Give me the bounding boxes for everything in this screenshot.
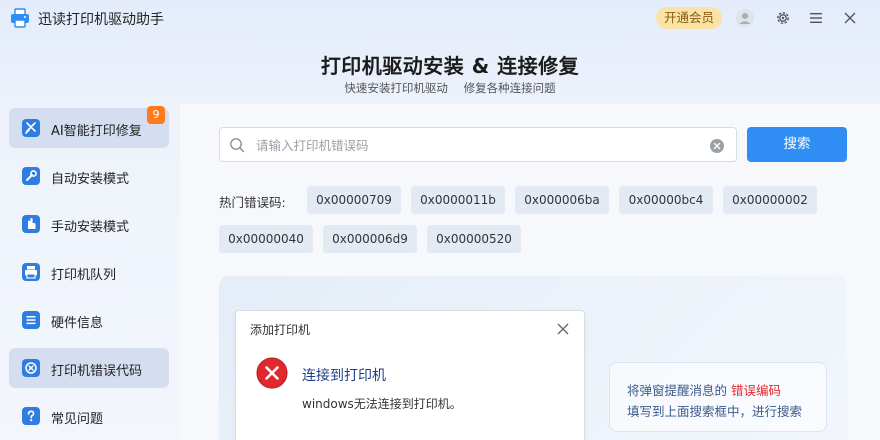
search-input[interactable] (256, 136, 696, 154)
sidebar-item-label: 打印机错误代码 (51, 364, 143, 379)
sidebar-item-printer-queue[interactable]: 打印机队列 (9, 252, 169, 292)
dialog-title: 添加打印机 (250, 323, 311, 337)
close-icon[interactable] (840, 8, 860, 28)
notification-badge: 9 (147, 106, 165, 124)
search-button[interactable]: 搜索 (747, 127, 847, 162)
error-code-tag[interactable]: 0x00000520 (427, 225, 521, 253)
close-icon (556, 321, 570, 335)
example-error-dialog: 添加打印机 连接到打印机 windows无法连接到打印机。 (235, 310, 585, 440)
menu-icon[interactable] (806, 8, 826, 28)
sidebar-item-label: AI智能打印修复 (51, 124, 142, 139)
sidebar-item-ai-repair[interactable]: AI智能打印修复 9 (9, 106, 169, 148)
sidebar-item-faq[interactable]: 常见问题 (9, 396, 169, 436)
tip-text: 将弹窗提醒消息的 (627, 383, 731, 398)
printer-icon (22, 263, 40, 281)
dialog-message: windows无法连接到打印机。 (302, 397, 462, 411)
tip-text-line2: 填写到上面搜索框中，进行搜索 (627, 404, 803, 419)
sidebar-item-label: 自动安装模式 (51, 172, 130, 187)
printer-logo-icon (10, 8, 30, 28)
tip-box: 将弹窗提醒消息的 错误编码 填写到上面搜索框中，进行搜索 (609, 362, 827, 432)
hand-icon (22, 215, 40, 233)
error-code-tag[interactable]: 0x000006d9 (323, 225, 417, 253)
error-code-icon (22, 359, 40, 377)
page-title: 打印机驱动安装 & 连接修复 (320, 54, 580, 78)
dialog-heading: 连接到打印机 (302, 368, 386, 384)
avatar-icon[interactable] (735, 8, 755, 28)
error-code-tag[interactable]: 0x00000002 (723, 186, 817, 214)
wrench-icon (22, 167, 40, 185)
error-code-tag[interactable]: 0x000006ba (515, 186, 609, 214)
list-icon (22, 311, 40, 329)
search-icon (228, 136, 246, 154)
error-code-tag[interactable]: 0x00000709 (307, 186, 401, 214)
sidebar-item-label: 手动安装模式 (51, 220, 130, 235)
tip-text-line1: 将弹窗提醒消息的 错误编码 (627, 380, 781, 399)
sidebar-item-error-codes[interactable]: 打印机错误代码 (9, 348, 169, 388)
hot-codes-label: 热门错误码: (219, 195, 286, 210)
error-code-tag[interactable]: 0x00000bc4 (619, 186, 713, 214)
sidebar-item-label: 硬件信息 (51, 316, 104, 331)
sidebar-item-hardware-info[interactable]: 硬件信息 (9, 300, 169, 340)
clear-icon[interactable] (710, 138, 724, 153)
tip-highlight: 错误编码 (730, 383, 781, 398)
page-subtitle: 快速安装打印机驱动 修复各种连接问题 (344, 81, 556, 95)
sidebar-item-label: 打印机队列 (51, 268, 117, 283)
title-bar: 迅读打印机驱动助手 开通会员 (0, 0, 880, 36)
error-code-tag[interactable]: 0x0000011b (411, 186, 505, 214)
vip-button[interactable]: 开通会员 (656, 7, 722, 29)
sidebar-item-manual-install[interactable]: 手动安装模式 (9, 204, 169, 244)
gear-icon[interactable] (773, 8, 793, 28)
sidebar-item-label: 常见问题 (51, 412, 104, 427)
app-title: 迅读打印机驱动助手 (38, 12, 164, 28)
error-code-tag[interactable]: 0x00000040 (219, 225, 313, 253)
sidebar-item-auto-install[interactable]: 自动安装模式 (9, 156, 169, 196)
question-icon (22, 407, 40, 425)
search-box[interactable] (219, 127, 737, 162)
ai-repair-icon (22, 119, 40, 137)
error-icon (256, 357, 288, 389)
